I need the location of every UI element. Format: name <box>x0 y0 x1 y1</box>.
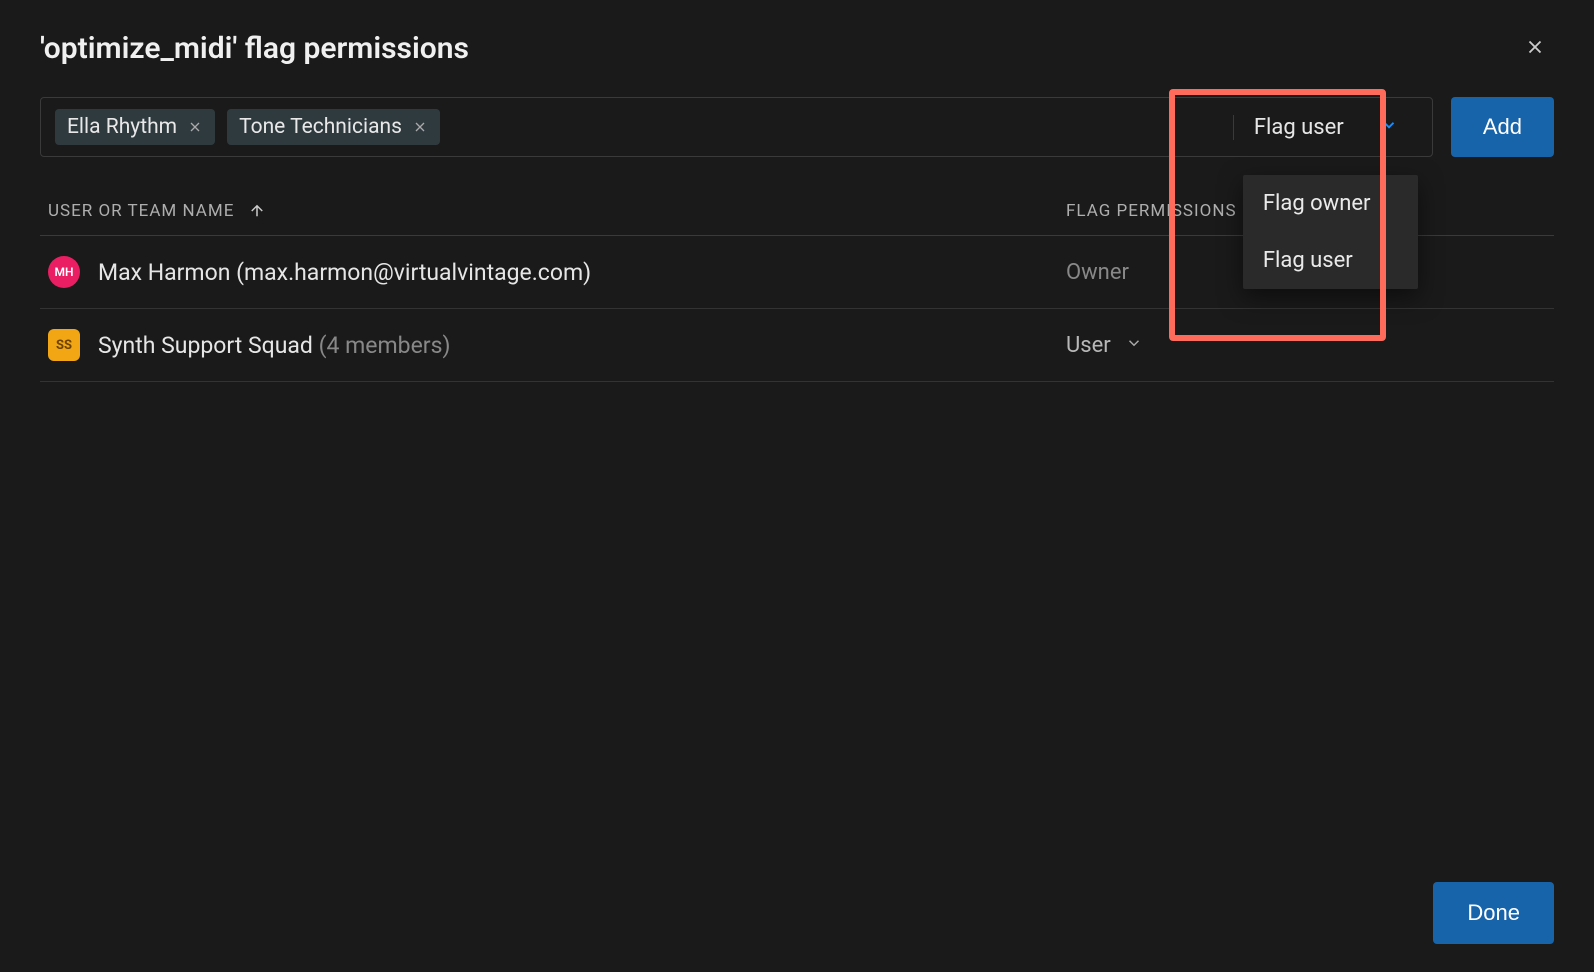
modal-footer: Done <box>40 862 1554 944</box>
chip-label: Tone Technicians <box>239 115 402 139</box>
add-users-row: Ella Rhythm Tone Technicians Flag user <box>40 97 1554 157</box>
row-permission-select[interactable]: User <box>1066 333 1546 358</box>
close-button[interactable] <box>1516 28 1554 69</box>
user-chip-input[interactable]: Ella Rhythm Tone Technicians Flag user <box>40 97 1433 157</box>
modal-title: 'optimize_midi' flag permissions <box>40 31 469 66</box>
permission-select-label: Flag user <box>1254 115 1344 140</box>
row-name-text: Synth Support Squad <box>98 332 313 359</box>
add-button[interactable]: Add <box>1451 97 1554 157</box>
sort-ascending-icon <box>248 202 266 220</box>
dropdown-option-flag-owner[interactable]: Flag owner <box>1243 175 1418 232</box>
permission-dropdown: Flag owner Flag user <box>1243 175 1418 289</box>
permissions-modal: 'optimize_midi' flag permissions Ella Rh… <box>0 0 1594 972</box>
chevron-down-icon <box>1125 333 1143 358</box>
row-permission-label: Owner <box>1066 260 1129 285</box>
row-name-cell: SS Synth Support Squad (4 members) <box>48 329 1066 361</box>
row-name-cell: MH Max Harmon (max.harmon@virtualvintage… <box>48 256 1066 288</box>
remove-chip-icon[interactable] <box>412 119 428 135</box>
modal-header: 'optimize_midi' flag permissions <box>40 28 1554 69</box>
table-row: SS Synth Support Squad (4 members) User <box>40 309 1554 382</box>
avatar: MH <box>48 256 80 288</box>
done-button[interactable]: Done <box>1433 882 1554 944</box>
chip-label: Ella Rhythm <box>67 115 177 139</box>
column-header-label: USER OR TEAM NAME <box>48 201 234 221</box>
column-header-label: FLAG PERMISSIONS <box>1066 201 1237 221</box>
dropdown-option-flag-user[interactable]: Flag user <box>1243 232 1418 289</box>
close-icon <box>1524 36 1546 61</box>
row-name-text: Max Harmon (max.harmon@virtualvintage.co… <box>98 259 591 286</box>
column-header-name[interactable]: USER OR TEAM NAME <box>48 201 1066 221</box>
row-meta: (4 members) <box>319 332 451 359</box>
chevron-down-icon <box>1380 115 1398 140</box>
row-permission-label: User <box>1066 333 1111 358</box>
remove-chip-icon[interactable] <box>187 119 203 135</box>
avatar: SS <box>48 329 80 361</box>
permission-select[interactable]: Flag user Flag owner Flag user <box>1233 115 1418 140</box>
chip-tone-technicians[interactable]: Tone Technicians <box>227 109 440 145</box>
chip-ella-rhythm[interactable]: Ella Rhythm <box>55 109 215 145</box>
